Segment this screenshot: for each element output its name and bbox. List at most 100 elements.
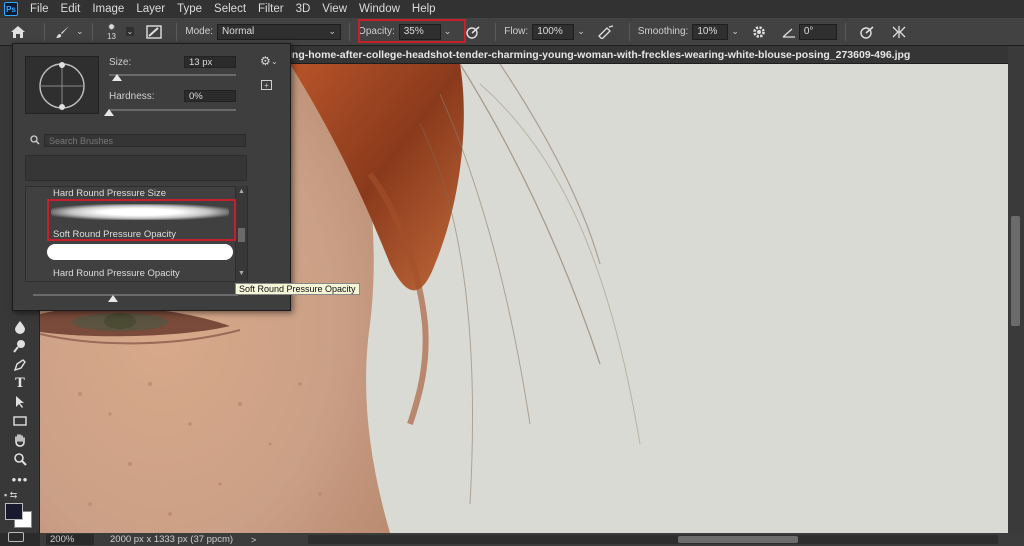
brush-list-scrollbar[interactable]: ▲ ▼: [235, 186, 247, 282]
hardness-slider-knob[interactable]: [104, 109, 114, 116]
menu-bar: Ps File Edit Image Layer Type Select Fil…: [0, 0, 1024, 18]
menu-filter[interactable]: Filter: [252, 0, 290, 18]
pressure-size-icon[interactable]: [854, 25, 880, 39]
search-brushes-input[interactable]: Search Brushes: [44, 134, 246, 147]
brush-angle-icon: [39, 62, 85, 110]
rectangle-icon[interactable]: [10, 412, 30, 430]
separator: [495, 22, 497, 41]
brush-list-scroll-thumb[interactable]: [238, 228, 245, 242]
menu-layer[interactable]: Layer: [130, 0, 171, 18]
scroll-up-icon[interactable]: ▲: [238, 188, 245, 195]
separator: [349, 22, 351, 41]
separator: [176, 22, 178, 41]
zoom-field[interactable]: 200%: [46, 534, 94, 545]
menu-view[interactable]: View: [316, 0, 353, 18]
brush-item-soft-round-pressure-opacity[interactable]: Soft Round Pressure Opacity: [53, 229, 176, 240]
angle-icon: [779, 26, 799, 38]
menu-select[interactable]: Select: [208, 0, 252, 18]
search-icon: [30, 135, 40, 148]
flow-label: Flow:: [504, 26, 529, 37]
separator: [44, 22, 45, 41]
zoom-icon[interactable]: [10, 450, 30, 468]
gear-icon[interactable]: [745, 25, 773, 39]
chevron-down-icon[interactable]: ⌄: [76, 26, 84, 37]
symmetry-icon[interactable]: [884, 25, 914, 39]
type-icon[interactable]: T: [10, 374, 30, 392]
hard-round-stroke-preview[interactable]: [47, 244, 233, 260]
pressure-opacity-icon[interactable]: [459, 25, 487, 39]
brush-dot-icon: ✹: [107, 21, 116, 32]
quick-mask-icon[interactable]: [8, 532, 24, 542]
mode-value: Normal: [222, 26, 255, 37]
airbrush-icon[interactable]: [591, 24, 621, 39]
chevron-down-icon[interactable]: ⌄: [577, 26, 585, 37]
pen-icon[interactable]: [10, 356, 30, 374]
chevron-down-icon[interactable]: ⌄: [271, 57, 278, 66]
brush-preset-panel: Size: 13 px Hardness: 0% ⚙ ⌄ + Search Br…: [12, 43, 360, 311]
size-slider-knob[interactable]: [111, 74, 122, 81]
vertical-scroll-thumb[interactable]: [1011, 216, 1020, 326]
separator: [91, 22, 93, 41]
brush-preset-picker[interactable]: ✹ 13: [101, 19, 123, 45]
gear-icon[interactable]: ⚙: [260, 54, 271, 68]
recent-brushes-area: [25, 155, 247, 181]
angle-field[interactable]: 0°: [798, 23, 837, 40]
menu-image[interactable]: Image: [86, 0, 130, 18]
brush-icon[interactable]: [53, 25, 73, 39]
size-slider-track[interactable]: [109, 74, 236, 76]
chevron-down-icon: ⌄: [328, 26, 337, 36]
size-label: Size:: [109, 57, 132, 68]
preview-size-slider-knob[interactable]: [108, 295, 118, 302]
brush-settings-icon[interactable]: [140, 24, 168, 39]
preview-size-slider-track[interactable]: [33, 294, 238, 296]
hand-icon[interactable]: [10, 431, 30, 449]
menu-3d[interactable]: 3D: [290, 0, 317, 18]
hardness-label: Hardness:: [109, 91, 155, 102]
dodge-icon[interactable]: [10, 337, 30, 355]
smoothing-field[interactable]: 10%: [692, 23, 729, 40]
new-preset-icon[interactable]: +: [261, 80, 272, 90]
vertical-scrollbar[interactable]: [1008, 46, 1024, 533]
menu-type[interactable]: Type: [171, 0, 208, 18]
menu-file[interactable]: File: [24, 0, 55, 18]
chevron-down-icon[interactable]: ⌄: [731, 26, 739, 37]
brush-tooltip: Soft Round Pressure Opacity: [235, 283, 360, 295]
photoshop-logo: Ps: [4, 2, 18, 16]
opacity-field[interactable]: 35%: [398, 23, 441, 40]
path-select-icon[interactable]: [10, 393, 30, 411]
chevron-down-icon[interactable]: ⌄: [444, 26, 452, 37]
more-icon[interactable]: •••: [10, 470, 30, 488]
swap-colors-icon[interactable]: ▪ ⇆: [4, 490, 34, 502]
foreground-color-swatch[interactable]: [5, 503, 23, 520]
smoothing-label: Smoothing:: [637, 26, 689, 37]
menu-edit[interactable]: Edit: [55, 0, 87, 18]
mode-label: Mode:: [185, 26, 214, 37]
brush-angle-preview[interactable]: [25, 56, 99, 114]
soft-round-stroke-preview[interactable]: [51, 204, 229, 220]
separator: [628, 22, 630, 41]
options-bar: ⌄ ✹ 13 ⌄ Mode: Normal ⌄ Opacity: 35% ⌄ F…: [0, 18, 1024, 46]
menu-help[interactable]: Help: [406, 0, 442, 18]
search-placeholder: Search Brushes: [49, 135, 114, 146]
horizontal-scroll-thumb[interactable]: [678, 536, 798, 543]
mode-dropdown[interactable]: Normal ⌄: [217, 23, 342, 40]
brush-size-readout: 13: [107, 31, 116, 41]
opacity-label: Opacity:: [358, 26, 395, 37]
document-title[interactable]: ing-home-after-college-headshot-tender-c…: [289, 49, 910, 61]
horizontal-scrollbar[interactable]: [308, 535, 998, 544]
size-field[interactable]: 13 px: [184, 56, 236, 68]
flow-field[interactable]: 100%: [532, 23, 575, 40]
hardness-field[interactable]: 0%: [184, 90, 236, 102]
brush-item-hard-round-pressure-opacity[interactable]: Hard Round Pressure Opacity: [53, 268, 180, 279]
hardness-slider-track[interactable]: [109, 109, 236, 111]
chevron-down-icon[interactable]: ⌄: [125, 27, 135, 36]
menu-window[interactable]: Window: [353, 0, 406, 18]
brush-item-hard-round-pressure-size[interactable]: Hard Round Pressure Size: [53, 188, 166, 199]
scroll-down-icon[interactable]: ▼: [238, 270, 245, 277]
home-icon[interactable]: [0, 25, 36, 39]
status-menu-arrow[interactable]: >: [251, 535, 256, 545]
status-bar: 200% 2000 px x 1333 px (37 ppcm) >: [40, 533, 1024, 546]
dropper-icon[interactable]: [10, 318, 30, 336]
separator: [844, 22, 846, 41]
document-info: 2000 px x 1333 px (37 ppcm): [110, 534, 234, 545]
